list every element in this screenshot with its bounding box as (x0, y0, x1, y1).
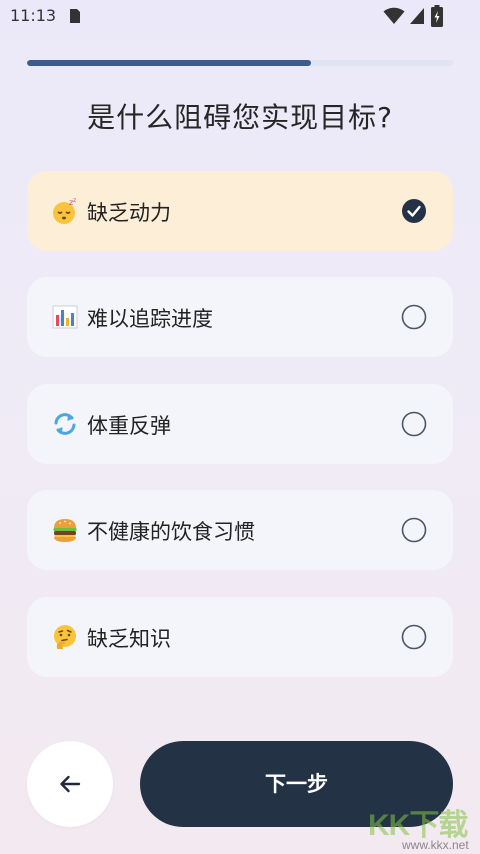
radio-empty-icon (401, 411, 427, 437)
option-lack-of-knowledge[interactable]: 缺乏知识 (27, 597, 453, 677)
progress-bar (27, 60, 453, 66)
signal-icon (410, 8, 424, 24)
check-circle-icon (402, 199, 426, 223)
arrow-left-icon (60, 775, 81, 793)
watermark-logo: KK下载 www.kkx.net (368, 800, 480, 854)
option-unhealthy-eating-habits[interactable]: 不健康的饮食习惯 (27, 490, 453, 570)
battery-icon (431, 5, 443, 27)
option-label: 体重反弹 (87, 414, 171, 438)
option-label: 难以追踪进度 (87, 307, 213, 331)
svg-text:z: z (73, 197, 76, 204)
option-lack-of-motivation[interactable]: z z 缺乏动力 (27, 171, 453, 251)
status-time: 11:13 (10, 6, 57, 25)
radio-empty-icon (401, 304, 427, 330)
thinking-face-emoji-icon (54, 625, 76, 649)
progress-fill (27, 60, 312, 66)
option-label: 不健康的饮食习惯 (87, 520, 255, 544)
watermark-url: www.kkx.net (402, 838, 469, 852)
page-title: 是什么阻碍您实现目标? (87, 101, 393, 134)
option-weight-rebound[interactable]: 体重反弹 (27, 384, 453, 464)
radio-empty-icon (401, 517, 427, 543)
sim-card-icon (70, 9, 80, 23)
status-bar: 11:13 (0, 0, 480, 32)
option-label: 缺乏动力 (87, 201, 171, 225)
option-hard-to-track-progress[interactable]: 难以追踪进度 (27, 277, 453, 357)
bar-chart-emoji-icon (52, 305, 78, 329)
option-label: 缺乏知识 (87, 627, 171, 651)
back-button[interactable] (27, 741, 113, 827)
sleepy-face-emoji-icon: z z (53, 197, 76, 224)
hamburger-emoji-icon (53, 519, 77, 542)
wifi-icon (383, 7, 405, 24)
radio-empty-icon (401, 624, 427, 650)
repeat-arrows-emoji-icon (54, 413, 76, 435)
